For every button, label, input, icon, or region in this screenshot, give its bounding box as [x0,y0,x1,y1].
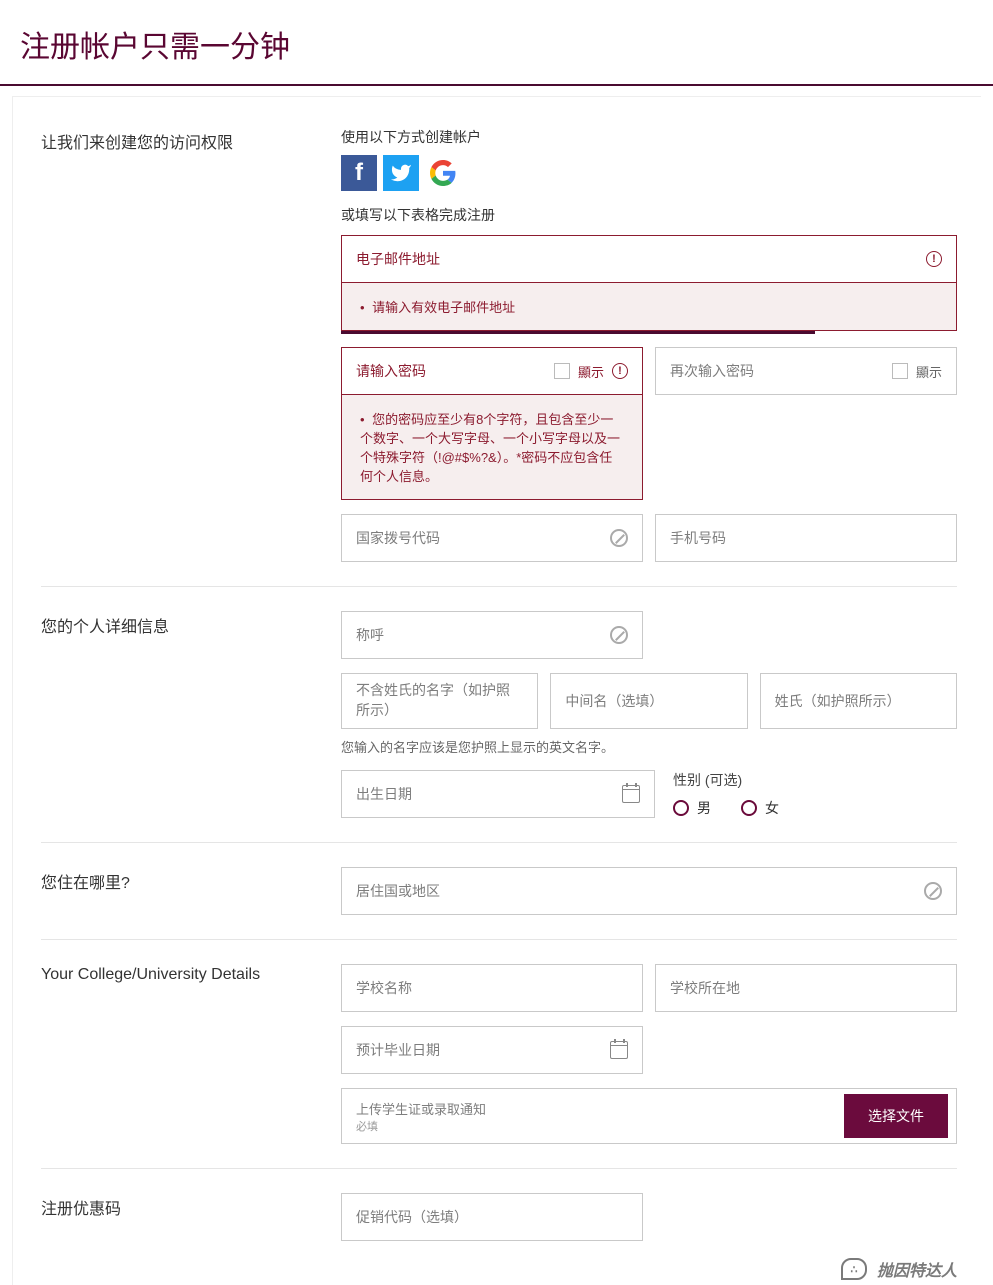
section-residence-label: 您住在哪里? [41,867,341,893]
title-placeholder: 称呼 [356,625,384,645]
google-login-button[interactable] [425,155,461,191]
dob-input[interactable]: 出生日期 [341,770,655,818]
section-college-label: Your College/University Details [41,964,341,984]
school-location-placeholder: 学校所在地 [670,978,740,998]
last-name-input[interactable]: 姓氏（如护照所示） [760,673,957,729]
upload-required: 必填 [356,1118,486,1134]
section-personal-label: 您的个人详细信息 [41,611,341,637]
ban-icon [610,529,628,547]
gender-group: 性别 (可选) 男 女 [667,770,957,818]
facebook-icon: f [355,159,363,187]
or-fill-hint: 或填写以下表格完成注册 [341,205,957,225]
dob-placeholder: 出生日期 [356,784,412,804]
first-name-placeholder: 不含姓氏的名字（如护照所示） [356,681,523,720]
warning-icon: ! [926,251,942,267]
promo-code-input[interactable]: 促销代码（选填） [341,1193,643,1241]
section-college: Your College/University Details 学校名称 学校所… [41,939,957,1168]
twitter-login-button[interactable] [383,155,419,191]
title-select[interactable]: 称呼 [341,611,643,659]
section-access-label: 让我们来创建您的访问权限 [41,127,341,153]
create-with-hint: 使用以下方式创建帐户 [341,127,957,147]
registration-form: 让我们来创建您的访问权限 使用以下方式创建帐户 f 或填写以下表格完成注册 电子… [12,96,981,1285]
promo-placeholder: 促销代码（选填） [356,1207,468,1227]
email-error-text: 请输入有效电子邮件地址 [360,297,938,316]
calendar-icon [622,785,640,803]
show-confirm-checkbox[interactable] [892,363,908,379]
first-name-input[interactable]: 不含姓氏的名字（如护照所示） [341,673,538,729]
female-label: 女 [765,798,779,818]
country-placeholder: 居住国或地区 [356,881,440,901]
graduation-placeholder: 预计毕业日期 [356,1040,440,1060]
section-access: 让我们来创建您的访问权限 使用以下方式创建帐户 f 或填写以下表格完成注册 电子… [41,117,957,586]
show-password-label: 顯示 [578,362,604,381]
dial-code-select[interactable]: 国家拨号代码 [341,514,643,562]
middle-name-placeholder: 中间名（选填） [565,691,663,711]
section-personal: 您的个人详细信息 称呼 不含姓氏的名字（如护照所示） 中间名（选填） 姓氏（如护… [41,586,957,842]
password-error-text: 您的密码应至少有8个字符，且包含至少一个数字、一个大写字母、一个小写字母以及一个… [360,409,624,485]
gender-label: 性别 (可选) [673,770,957,790]
graduation-date-input[interactable]: 预计毕业日期 [341,1026,643,1074]
school-location-input[interactable]: 学校所在地 [655,964,957,1012]
password-placeholder: 请输入密码 [356,361,426,381]
password-input[interactable]: 请输入密码 顯示 ! [341,347,643,395]
choose-file-button[interactable]: 选择文件 [844,1094,948,1138]
upload-label: 上传学生证或录取通知 [356,1099,486,1118]
confirm-placeholder: 再次输入密码 [670,361,754,381]
warning-icon: ! [612,363,628,379]
email-error-box: 请输入有效电子邮件地址 [341,283,957,331]
show-confirm-label: 顯示 [916,362,942,381]
section-promo: 注册优惠码 促销代码（选填） [41,1168,957,1245]
radio-icon [741,800,757,816]
watermark: ∴ 抛因特达人 [841,1257,957,1281]
show-password-checkbox[interactable] [554,363,570,379]
upload-field: 上传学生证或录取通知 必填 选择文件 [341,1088,957,1144]
dial-placeholder: 国家拨号代码 [356,528,440,548]
facebook-login-button[interactable]: f [341,155,377,191]
section-promo-label: 注册优惠码 [41,1193,341,1219]
email-placeholder: 电子邮件地址 [356,249,440,269]
confirm-password-input[interactable]: 再次输入密码 顯示 [655,347,957,395]
last-name-placeholder: 姓氏（如护照所示） [775,691,901,711]
twitter-icon [390,162,412,184]
mobile-placeholder: 手机号码 [670,528,726,548]
male-label: 男 [697,798,711,818]
error-divider [341,331,815,334]
mobile-input[interactable]: 手机号码 [655,514,957,562]
gender-female-radio[interactable]: 女 [741,798,779,818]
country-select[interactable]: 居住国或地区 [341,867,957,915]
google-icon [430,160,456,186]
gender-male-radio[interactable]: 男 [673,798,711,818]
middle-name-input[interactable]: 中间名（选填） [550,673,747,729]
ban-icon [924,882,942,900]
school-name-placeholder: 学校名称 [356,978,412,998]
wechat-icon: ∴ [841,1258,867,1280]
name-hint: 您输入的名字应该是您护照上显示的英文名字。 [341,737,957,756]
radio-icon [673,800,689,816]
section-residence: 您住在哪里? 居住国或地区 [41,842,957,939]
watermark-text: 抛因特达人 [877,1257,957,1281]
page-title: 注册帐户只需一分钟 [0,0,993,86]
password-error-box: 您的密码应至少有8个字符，且包含至少一个数字、一个大写字母、一个小写字母以及一个… [341,395,643,500]
ban-icon [610,626,628,644]
calendar-icon [610,1041,628,1059]
email-input[interactable]: 电子邮件地址 ! [341,235,957,283]
school-name-input[interactable]: 学校名称 [341,964,643,1012]
